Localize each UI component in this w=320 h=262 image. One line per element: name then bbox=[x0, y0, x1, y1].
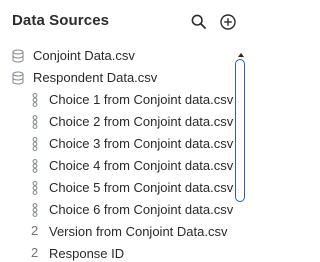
tree-item-response-id[interactable]: 2 Response ID bbox=[0, 243, 236, 262]
data-sources-panel: Data Sources Conjoint Data.csv Responden… bbox=[0, 0, 256, 262]
tree-item-label: Choice 3 from Conjoint data.csv bbox=[49, 136, 234, 151]
search-icon[interactable] bbox=[190, 13, 208, 31]
database-icon bbox=[12, 49, 24, 63]
tree-item-choice-5[interactable]: Choice 5 from Conjoint data.csv bbox=[0, 177, 236, 199]
vertical-scrollbar-thumb[interactable] bbox=[235, 59, 245, 202]
panel-header: Data Sources bbox=[0, 0, 256, 42]
nominal-variable-icon bbox=[29, 181, 41, 195]
nominal-variable-icon bbox=[29, 115, 41, 129]
tree-item-label: Choice 4 from Conjoint data.csv bbox=[49, 158, 234, 173]
data-source-tree: Conjoint Data.csv Respondent Data.csv Ch… bbox=[0, 42, 236, 262]
tree-item-respondent-data[interactable]: Respondent Data.csv bbox=[0, 67, 236, 89]
panel-title: Data Sources bbox=[12, 12, 110, 29]
tree-item-label: Choice 5 from Conjoint data.csv bbox=[49, 180, 234, 195]
nominal-variable-icon bbox=[29, 137, 41, 151]
tree-item-label: Choice 6 from Conjoint data.csv bbox=[49, 202, 234, 217]
tree-item-conjoint-data[interactable]: Conjoint Data.csv bbox=[0, 45, 236, 67]
tree-item-label: Choice 2 from Conjoint data.csv bbox=[49, 114, 234, 129]
tree-item-choice-4[interactable]: Choice 4 from Conjoint data.csv bbox=[0, 155, 236, 177]
tree-item-choice-2[interactable]: Choice 2 from Conjoint data.csv bbox=[0, 111, 236, 133]
tree-item-label: Response ID bbox=[49, 246, 125, 261]
tree-item-label: Respondent Data.csv bbox=[33, 70, 158, 85]
numeric-variable-icon: 2 bbox=[31, 245, 39, 260]
nominal-variable-icon bbox=[29, 159, 41, 173]
tree-item-label: Conjoint Data.csv bbox=[33, 48, 135, 63]
scroll-up-arrow-icon[interactable] bbox=[237, 45, 245, 57]
tree-item-choice-1[interactable]: Choice 1 from Conjoint data.csv bbox=[0, 89, 236, 111]
numeric-variable-icon: 2 bbox=[31, 223, 39, 238]
tree-item-choice-3[interactable]: Choice 3 from Conjoint data.csv bbox=[0, 133, 236, 155]
tree-item-label: Choice 1 from Conjoint data.csv bbox=[49, 92, 234, 107]
tree-item-version[interactable]: 2 Version from Conjoint Data.csv bbox=[0, 221, 236, 243]
add-circle-icon[interactable] bbox=[219, 13, 237, 31]
nominal-variable-icon bbox=[29, 93, 41, 107]
database-icon bbox=[12, 71, 24, 85]
tree-item-label: Version from Conjoint Data.csv bbox=[49, 224, 228, 239]
nominal-variable-icon bbox=[29, 203, 41, 217]
tree-item-choice-6[interactable]: Choice 6 from Conjoint data.csv bbox=[0, 199, 236, 221]
